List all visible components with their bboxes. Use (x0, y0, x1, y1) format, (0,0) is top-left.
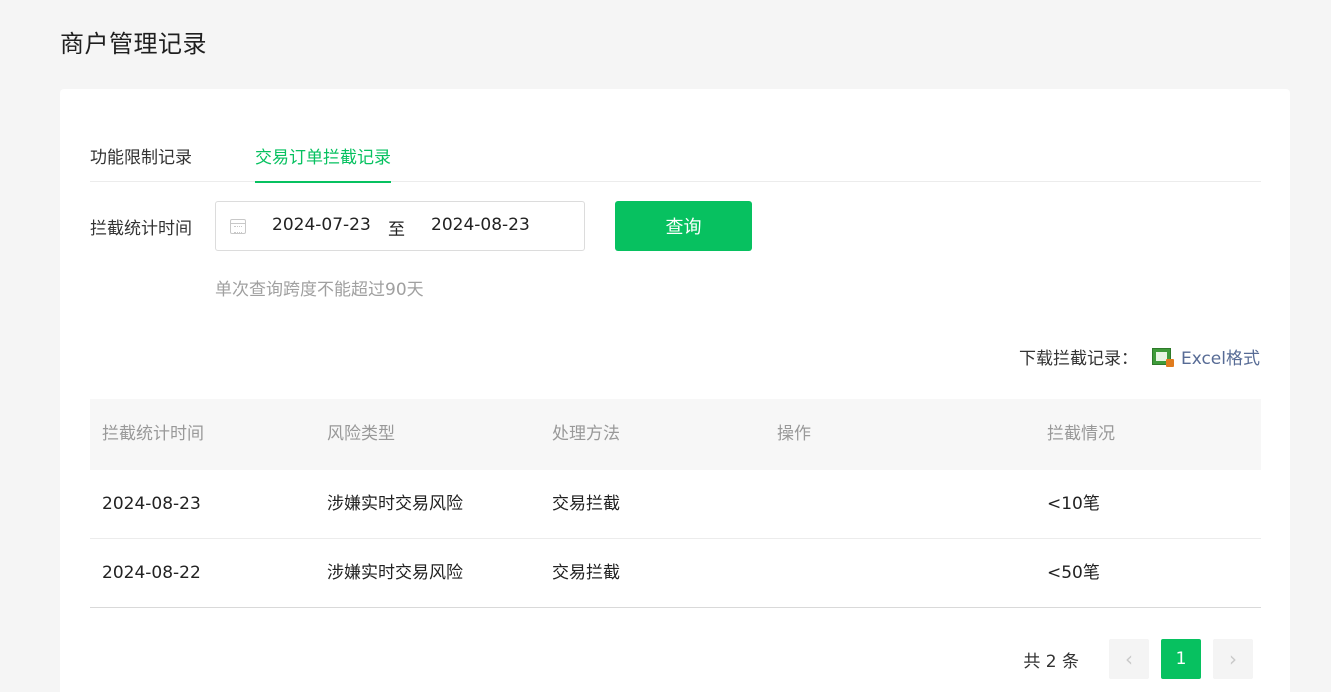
start-date[interactable]: 2024-07-23 (272, 215, 371, 235)
header-action: 操作 (777, 424, 811, 444)
total-count: 共 2 条 (1023, 651, 1079, 672)
table-header: 拦截统计时间 风险类型 处理方法 操作 拦截情况 (90, 399, 1261, 470)
tab-function-limit-records[interactable]: 功能限制记录 (90, 143, 192, 182)
page-1-button[interactable]: 1 (1161, 639, 1201, 679)
cell-intercept-status: <50笔 (1047, 563, 1100, 583)
next-page-button[interactable]: › (1213, 639, 1253, 679)
intercept-records-table: 拦截统计时间 风险类型 处理方法 操作 拦截情况 2024-08-23 涉嫌实时… (90, 399, 1261, 608)
tab-bar: 功能限制记录 交易订单拦截记录 (90, 89, 1261, 183)
header-intercept-status: 拦截情况 (1047, 424, 1115, 444)
filter-label: 拦截统计时间 (90, 219, 192, 239)
cell-intercept-time: 2024-08-22 (102, 563, 201, 583)
cell-intercept-status: <10笔 (1047, 494, 1100, 514)
cell-handling-method: 交易拦截 (552, 563, 620, 583)
chevron-left-icon: ‹ (1125, 647, 1133, 671)
tab-order-intercept-records[interactable]: 交易订单拦截记录 (255, 143, 391, 183)
calendar-icon (230, 219, 246, 234)
excel-icon[interactable] (1151, 348, 1174, 367)
pagination: 共 2 条 ‹ 1 › (1023, 639, 1253, 679)
cell-intercept-time: 2024-08-23 (102, 494, 201, 514)
cell-risk-type: 涉嫌实时交易风险 (327, 494, 463, 514)
header-handling-method: 处理方法 (552, 424, 620, 444)
prev-page-button[interactable]: ‹ (1109, 639, 1149, 679)
header-risk-type: 风险类型 (327, 424, 395, 444)
table-row: 2024-08-23 涉嫌实时交易风险 交易拦截 <10笔 (90, 470, 1261, 539)
download-records: 下载拦截记录： Excel格式 (1019, 344, 1260, 369)
content-card: 功能限制记录 交易订单拦截记录 拦截统计时间 2024-07-23 至 2024… (60, 89, 1290, 692)
end-date[interactable]: 2024-08-23 (431, 215, 530, 235)
excel-download-link[interactable]: Excel格式 (1181, 344, 1260, 369)
date-separator: 至 (388, 220, 405, 240)
date-range-hint: 单次查询跨度不能超过90天 (215, 280, 424, 300)
download-label: 下载拦截记录： (1018, 349, 1138, 369)
date-range-picker[interactable]: 2024-07-23 至 2024-08-23 (215, 201, 585, 251)
chevron-right-icon: › (1229, 647, 1237, 671)
cell-handling-method: 交易拦截 (552, 494, 620, 514)
page-title: 商户管理记录 (60, 30, 207, 58)
table-row: 2024-08-22 涉嫌实时交易风险 交易拦截 <50笔 (90, 539, 1261, 608)
header-intercept-time: 拦截统计时间 (102, 424, 204, 444)
cell-risk-type: 涉嫌实时交易风险 (327, 563, 463, 583)
page: 商户管理记录 功能限制记录 交易订单拦截记录 拦截统计时间 2024-07-23… (0, 0, 1331, 692)
query-button[interactable]: 查询 (615, 201, 752, 251)
